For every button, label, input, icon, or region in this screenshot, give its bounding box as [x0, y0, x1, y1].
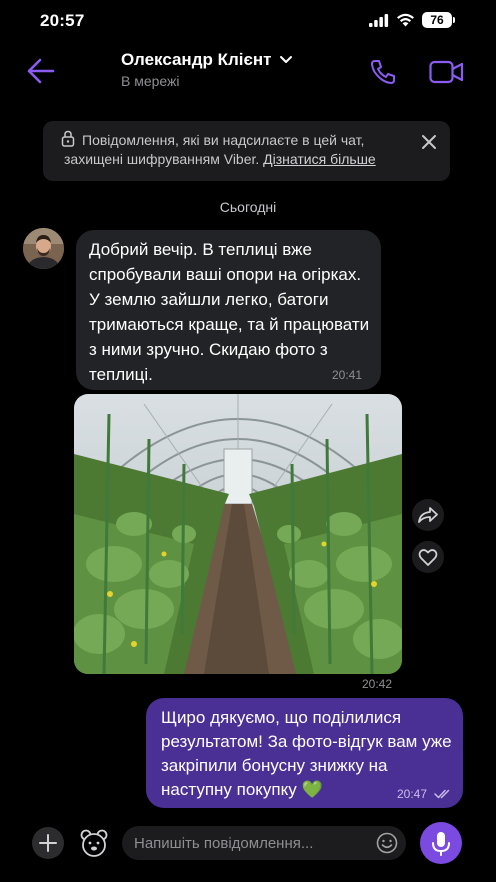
contact-name[interactable]: Олександр Клієнт — [121, 50, 271, 70]
status-time: 20:57 — [40, 11, 85, 30]
video-camera-icon[interactable] — [429, 60, 464, 84]
message-text: Добрий вечір. В теплиці вже спробували в… — [89, 240, 370, 384]
cellular-signal-icon — [369, 14, 389, 27]
contact-status: В мережі — [121, 73, 180, 89]
battery-tip — [453, 17, 455, 23]
microphone-icon — [432, 832, 450, 856]
forward-button[interactable] — [412, 499, 444, 531]
photo-timestamp: 20:42 — [362, 677, 393, 691]
read-checkmarks-icon — [434, 789, 450, 799]
attach-button[interactable] — [32, 827, 64, 859]
learn-more-link[interactable]: Дізнатися більше — [263, 151, 376, 167]
phone-icon[interactable] — [369, 58, 397, 86]
close-icon[interactable] — [421, 134, 437, 150]
message-timestamp: 20:41 — [332, 368, 363, 382]
battery-indicator: 76 — [422, 12, 452, 28]
like-button[interactable] — [412, 541, 444, 573]
forward-icon — [418, 507, 438, 523]
emoji-icon[interactable] — [376, 832, 398, 854]
encryption-banner-text: Повідомлення, які ви надсилаєте в цей ча… — [64, 131, 394, 169]
plus-icon — [39, 834, 57, 852]
greenhouse-photo[interactable] — [74, 394, 402, 674]
back-arrow-icon[interactable] — [27, 58, 55, 84]
avatar[interactable] — [23, 228, 64, 269]
sticker-bear-icon[interactable] — [79, 828, 109, 858]
message-input-placeholder: Напишіть повідомлення... — [134, 835, 314, 852]
voice-message-button[interactable] — [420, 822, 462, 864]
heart-icon — [418, 549, 438, 566]
date-separator: Сьогодні — [219, 199, 277, 215]
chevron-down-icon[interactable] — [279, 55, 293, 65]
message-timestamp: 20:47 — [397, 787, 428, 801]
wifi-icon — [397, 13, 414, 27]
